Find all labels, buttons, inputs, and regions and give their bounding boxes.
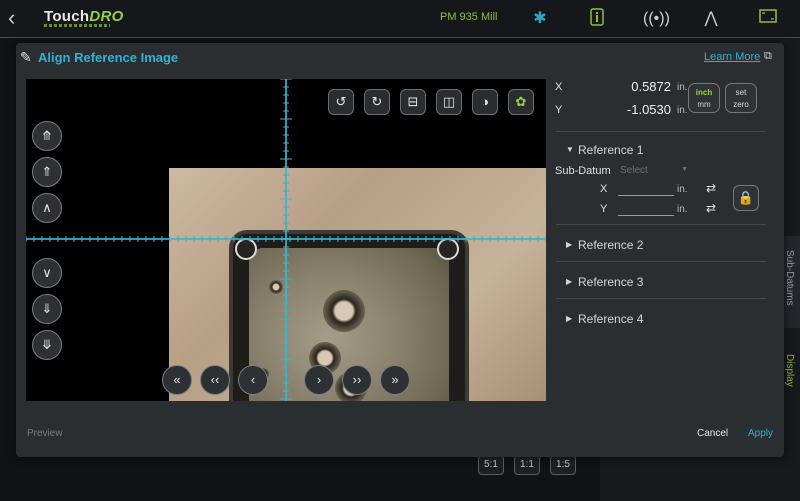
move-down-button[interactable]: ∨	[32, 258, 62, 288]
sub-datum-select[interactable]: Select ▼	[620, 165, 688, 179]
move-left-medium-button[interactable]: ‹‹	[200, 365, 230, 395]
move-right-medium-button[interactable]: ››	[342, 365, 372, 395]
caret-right-icon[interactable]: ▶	[566, 277, 572, 286]
x-value: 0.5872	[631, 79, 671, 94]
move-down-fast-button[interactable]: ⤋	[32, 330, 62, 360]
wireless-icon[interactable]: ((•))	[643, 8, 670, 30]
move-right-button[interactable]: ›	[304, 365, 334, 395]
contrast-icon[interactable]: ◑	[472, 89, 498, 115]
ratio-1-5-button[interactable]: 1:5	[550, 455, 576, 475]
dialog-title: Align Reference Image	[38, 50, 179, 65]
set-zero-button[interactable]: set zero	[725, 83, 757, 113]
move-down-medium-button[interactable]: ⇓	[32, 294, 62, 324]
rotate-cw-icon[interactable]: ↻	[364, 89, 390, 115]
rotate-ccw-icon[interactable]: ↺	[328, 89, 354, 115]
move-up-medium-button[interactable]: ⇑	[32, 157, 62, 187]
ratio-1-1-button[interactable]: 1:1	[514, 455, 540, 475]
caret-right-icon[interactable]: ▶	[566, 314, 572, 323]
learn-more-link[interactable]: Learn More	[704, 51, 760, 63]
external-link-icon[interactable]: ⧉	[764, 50, 772, 63]
tab-display[interactable]: Display	[782, 340, 800, 400]
move-left-fast-button[interactable]: «	[162, 365, 192, 395]
ref1-x-swap-icon[interactable]: ⇄	[706, 181, 716, 195]
cancel-button[interactable]: Cancel	[697, 428, 728, 439]
edit-icon: ✎	[20, 49, 32, 65]
x-unit: in.	[677, 82, 688, 93]
align-reference-dialog: ✎ Align Reference Image Learn More ⧉ ↺ ↻…	[16, 43, 784, 457]
compass-icon[interactable]: ⋀	[700, 8, 722, 30]
top-bar: ‹ TouchDRO PM 935 Mill ✱ ((•)) ⋀	[0, 0, 800, 38]
reference-2-header[interactable]: Reference 2	[578, 238, 643, 252]
preview-button[interactable]: Preview	[27, 428, 63, 439]
flip-horizontal-icon[interactable]: ◫	[436, 89, 462, 115]
y-value: -1.0530	[626, 102, 671, 117]
ref1-y-swap-icon[interactable]: ⇄	[706, 201, 716, 215]
flip-vertical-icon[interactable]: ⊟	[400, 89, 426, 115]
apply-button[interactable]: Apply	[748, 428, 773, 439]
move-left-button[interactable]: ‹	[238, 365, 268, 395]
crosshair-ticks	[26, 79, 546, 400]
palette-icon[interactable]: ✿	[508, 89, 534, 115]
bluetooth-icon[interactable]: ✱	[529, 8, 551, 30]
ref1-x-label: X	[600, 183, 608, 195]
y-unit: in.	[677, 105, 688, 116]
ref1-y-unit: in.	[677, 204, 688, 215]
caret-down-icon[interactable]: ▼	[566, 145, 574, 154]
reference-4-header[interactable]: Reference 4	[578, 312, 643, 326]
ref1-y-input[interactable]	[618, 203, 674, 216]
tab-sub-datums[interactable]: Sub-Datums	[782, 236, 800, 328]
ratio-5-1-button[interactable]: 5:1	[478, 455, 504, 475]
unit-toggle-button[interactable]: inch mm	[688, 83, 720, 113]
image-preview[interactable]: ↺ ↻ ⊟ ◫ ◑ ✿ ⤊ ⇑ ∧ ∨ ⇓ ⤋ « ‹‹ ‹ › ›› »	[26, 79, 546, 401]
back-arrow-icon[interactable]: ‹	[8, 6, 32, 30]
move-right-fast-button[interactable]: »	[380, 365, 410, 395]
reference-1-header[interactable]: Reference 1	[578, 143, 643, 157]
lock-icon[interactable]: 🔒	[733, 185, 759, 211]
sub-datum-label: Sub-Datum	[555, 165, 611, 177]
fullscreen-icon[interactable]	[757, 8, 779, 30]
ref1-x-input[interactable]	[618, 183, 674, 196]
info-icon[interactable]	[586, 8, 608, 30]
move-up-button[interactable]: ∧	[32, 193, 62, 223]
ref1-y-label: Y	[600, 203, 608, 215]
app-logo: TouchDRO	[44, 8, 124, 27]
machine-name[interactable]: PM 935 Mill	[440, 11, 497, 23]
caret-right-icon[interactable]: ▶	[566, 240, 572, 249]
move-up-fast-button[interactable]: ⤊	[32, 121, 62, 151]
reference-3-header[interactable]: Reference 3	[578, 275, 643, 289]
ref1-x-unit: in.	[677, 184, 688, 195]
